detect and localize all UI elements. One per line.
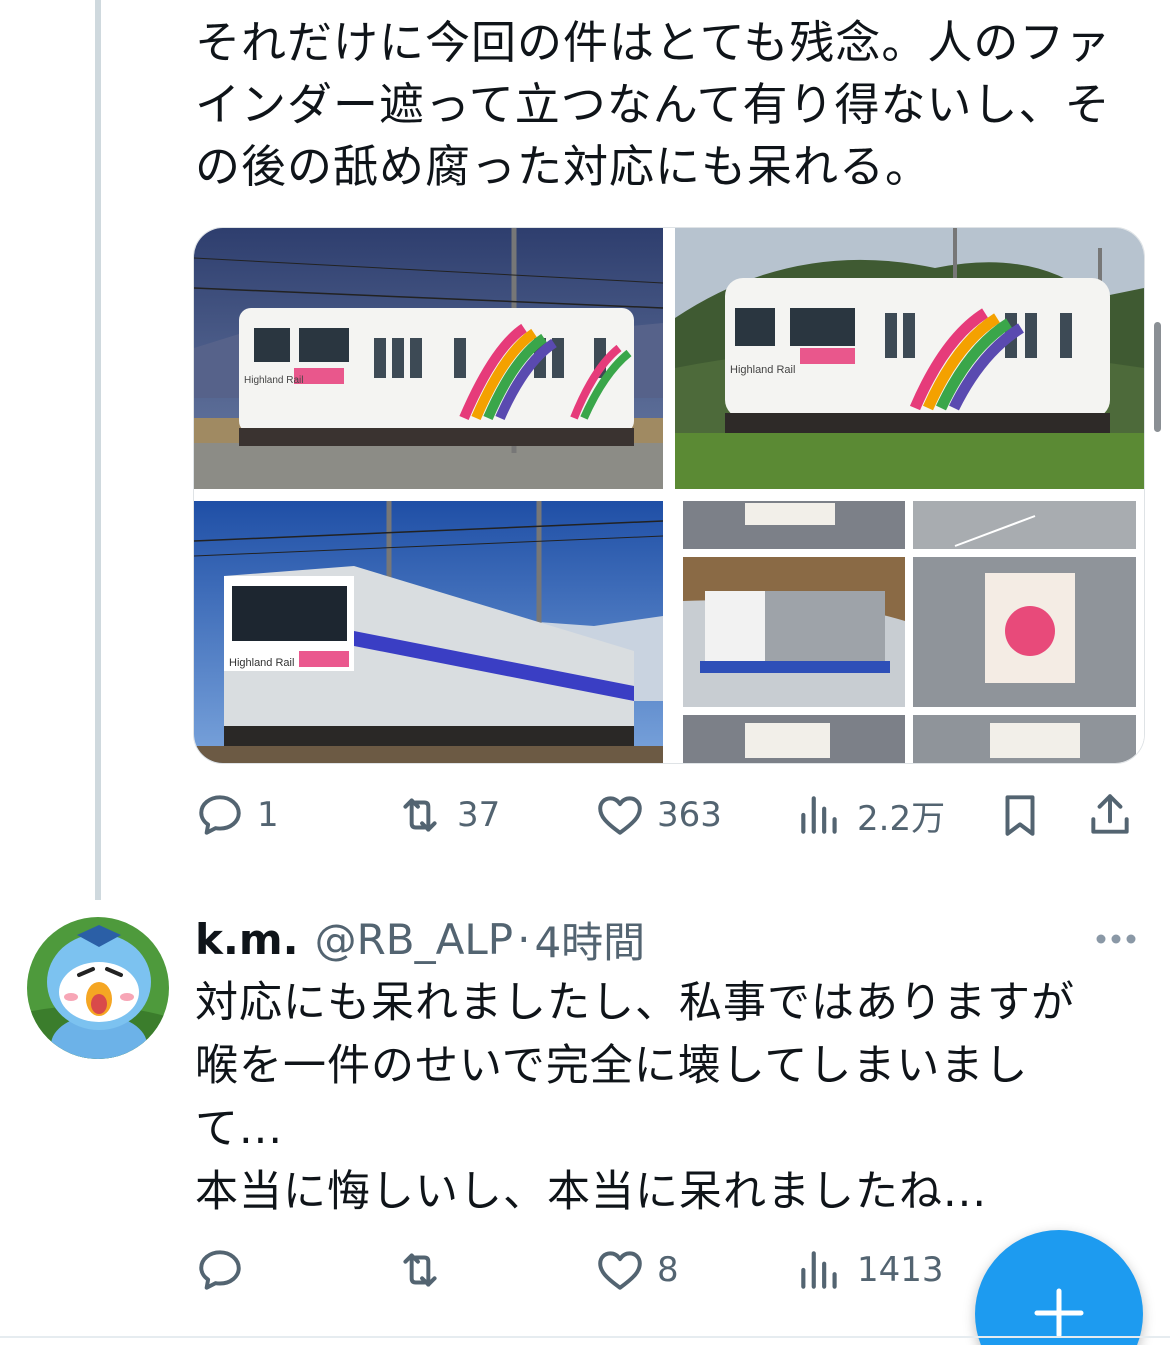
bookmark-button[interactable] (995, 785, 1045, 845)
thread-connector-line (95, 0, 101, 900)
photo-1-caption: Highland Rail (244, 375, 303, 386)
like-count: 363 (657, 795, 722, 835)
reply-button[interactable]: 1 (195, 785, 279, 845)
share-icon (1091, 794, 1129, 834)
retweet-button[interactable]: 37 (395, 785, 500, 845)
timestamp[interactable]: 4時間 (534, 909, 645, 970)
user-handle[interactable]: @RB_ALP (315, 915, 513, 964)
tweet-header: k.m. @RB_ALP · 4時間 (195, 908, 645, 970)
tweet-photo-2[interactable]: Highland Rail (675, 228, 1144, 489)
timeline: それだけに今回の件はとても残念。人のファインダー遮って立つなんて有り得ないし、そ… (0, 0, 1170, 1345)
compose-icon (1034, 1288, 1084, 1338)
views-icon (801, 1251, 837, 1289)
views-count: 2.2万 (857, 798, 946, 839)
views-count: 1413 (857, 1250, 944, 1290)
reply-count: 1 (257, 795, 279, 835)
retweet-count: 37 (457, 795, 501, 835)
retweet-icon (403, 1253, 437, 1287)
tweet-photo-4[interactable] (675, 501, 1144, 763)
tweet-text: 対応にも呆れましたし、私事ではありますが 喉を一件のせいで完全に壊してしまいまし… (195, 978, 1075, 1217)
like-count: 8 (657, 1250, 679, 1290)
reply-icon (199, 795, 241, 835)
views-button[interactable]: 2.2万 (795, 785, 945, 845)
tweet-actions: 1 37 363 2.2万 (195, 785, 1145, 845)
reply-icon (199, 1250, 241, 1290)
heart-icon (598, 1251, 642, 1290)
display-name[interactable]: k.m. (195, 915, 299, 964)
heart-icon (598, 796, 642, 835)
tweet-photo-1[interactable]: Highland Rail (194, 228, 663, 489)
separator-dot: · (517, 914, 531, 964)
scrollbar[interactable] (1154, 322, 1161, 432)
divider (0, 1336, 1170, 1338)
photo-3-caption: Highland Rail (229, 657, 294, 669)
share-button[interactable] (1085, 785, 1135, 845)
retweet-button[interactable] (395, 1240, 457, 1300)
tweet-text: それだけに今回の件はとても残念。人のファインダー遮って立つなんて有り得ないし、そ… (195, 16, 1112, 193)
views-button[interactable]: 1413 (795, 1240, 944, 1300)
like-button[interactable]: 363 (595, 785, 722, 845)
tweet-photo-3[interactable]: Highland Rail (194, 501, 663, 763)
reply-button[interactable] (195, 1240, 257, 1300)
bookmark-icon (1005, 795, 1035, 836)
like-button[interactable]: 8 (595, 1240, 679, 1300)
more-icon[interactable] (1093, 925, 1139, 953)
retweet-icon (403, 798, 437, 832)
photo-2-caption: Highland Rail (730, 364, 795, 376)
avatar[interactable] (27, 917, 169, 1059)
media-grid: Highland Rail Highland Rail Highland Rai… (193, 227, 1145, 764)
views-icon (801, 796, 837, 834)
